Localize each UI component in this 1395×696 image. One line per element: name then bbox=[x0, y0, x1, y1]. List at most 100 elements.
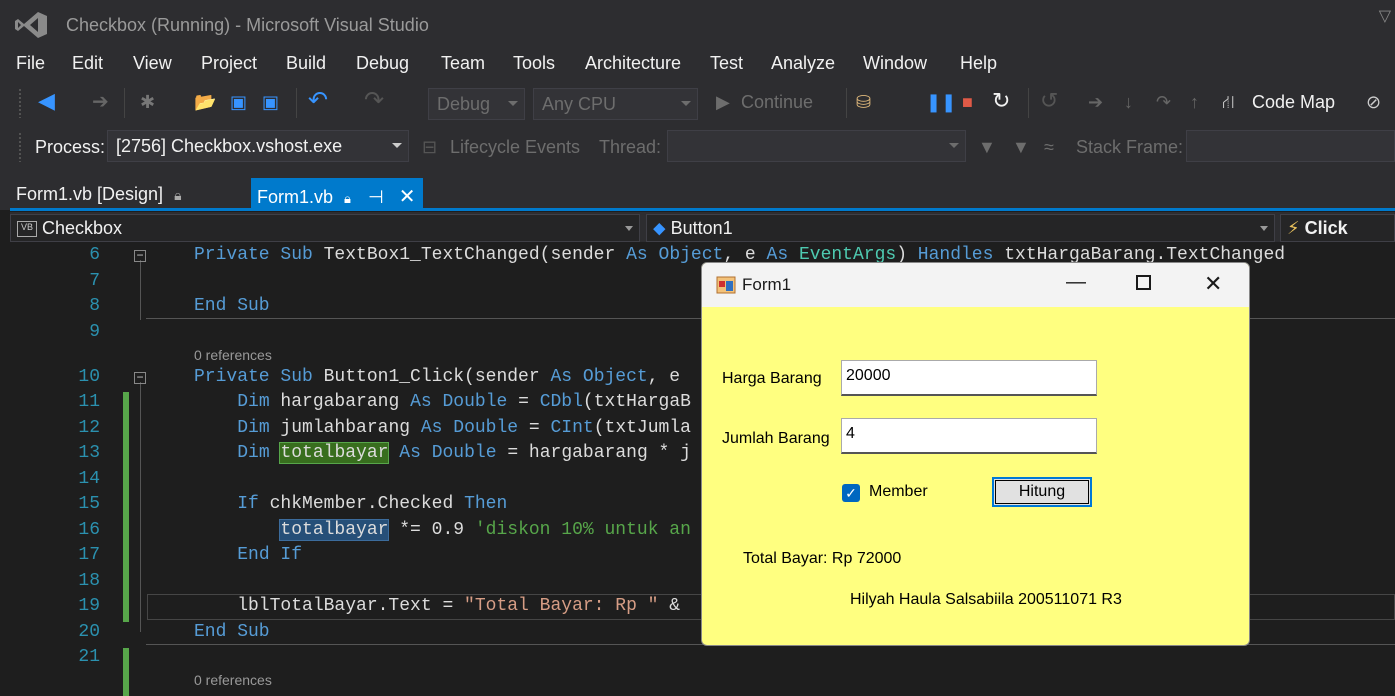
solution-configuration-dropdown[interactable]: Debug bbox=[428, 88, 525, 120]
tab-form1-design[interactable]: Form1.vb [Design] 🔒︎ bbox=[8, 180, 190, 210]
menu-tools[interactable]: Tools bbox=[513, 53, 555, 74]
show-threads-icon[interactable]: ≈ bbox=[1044, 137, 1054, 158]
code-line: Dim totalbayar As Double = hargabarang *… bbox=[237, 442, 691, 464]
menu-help[interactable]: Help bbox=[960, 53, 997, 74]
close-tab-icon[interactable]: ✕ bbox=[399, 186, 416, 208]
object-dropdown[interactable]: ⬥ Button1 bbox=[646, 214, 1275, 242]
show-next-statement-icon[interactable]: ↺ bbox=[1040, 88, 1058, 114]
line-number: 6 bbox=[89, 245, 100, 265]
menu-file[interactable]: File bbox=[16, 53, 45, 74]
form-app-icon bbox=[716, 276, 736, 294]
code-line: Dim jumlahbarang As Double = CInt(txtJum… bbox=[237, 418, 691, 438]
menu-view[interactable]: View bbox=[133, 53, 172, 74]
line-number: 20 bbox=[78, 622, 100, 642]
code-line: lblTotalBayar.Text = "Total Bayar: Rp " … bbox=[194, 596, 681, 616]
lock-icon: 🔒︎ bbox=[344, 191, 351, 206]
code-lens-references[interactable]: 0 references bbox=[194, 347, 272, 363]
filter-icon[interactable]: ▼ bbox=[978, 137, 996, 158]
forward-icon[interactable]: ➔ bbox=[92, 89, 109, 114]
menu-analyze[interactable]: Analyze bbox=[771, 53, 835, 74]
jumlah-barang-label: Jumlah Barang bbox=[722, 430, 830, 447]
code-map-button[interactable]: Code Map bbox=[1252, 92, 1335, 113]
line-number: 11 bbox=[78, 392, 100, 412]
open-folder-icon[interactable]: 📂 bbox=[194, 92, 216, 113]
menu-edit[interactable]: Edit bbox=[72, 53, 103, 74]
menu-build[interactable]: Build bbox=[286, 53, 326, 74]
thread-dropdown[interactable] bbox=[667, 130, 966, 162]
harga-barang-input[interactable]: 20000 bbox=[841, 360, 1097, 396]
undo-icon[interactable]: ↶ bbox=[308, 86, 328, 115]
code-line: Private Sub Button1_Click(sender As Obje… bbox=[194, 367, 681, 387]
code-map-icon[interactable]: ⛙ bbox=[1222, 92, 1235, 116]
minimize-icon[interactable]: — bbox=[1066, 271, 1086, 294]
stack-frame-dropdown[interactable] bbox=[1186, 130, 1395, 162]
project-dropdown[interactable]: VB Checkbox bbox=[10, 214, 640, 242]
flag-filter-icon[interactable]: ▼ bbox=[1012, 137, 1030, 158]
line-number: 15 bbox=[78, 494, 100, 514]
break-all-icon[interactable]: ❚❚ bbox=[926, 92, 956, 113]
code-lens-references[interactable]: 0 references bbox=[194, 672, 272, 688]
event-lightning-icon: ⚡ bbox=[1287, 218, 1300, 238]
debug-location-toolbar: Process: [2756] Checkbox.vshost.exe ⊟ Li… bbox=[0, 126, 1395, 170]
menu-team[interactable]: Team bbox=[441, 53, 485, 74]
object-icon: ⬥ bbox=[653, 218, 666, 238]
process-label: Process: bbox=[35, 137, 106, 157]
stack-frame-label: Stack Frame: bbox=[1076, 137, 1184, 157]
breakpoints-icon[interactable]: ⊘ bbox=[1366, 92, 1381, 113]
jumlah-barang-input[interactable]: 4 bbox=[841, 418, 1097, 454]
menu-window[interactable]: Window bbox=[863, 53, 927, 74]
check-icon: ✓ bbox=[845, 485, 857, 501]
menu-debug[interactable]: Debug bbox=[356, 53, 409, 74]
back-icon[interactable]: ◀ bbox=[38, 88, 55, 114]
find-in-files-icon[interactable]: ⛁ bbox=[856, 92, 871, 113]
pin-icon[interactable]: ⊣ bbox=[368, 187, 384, 207]
maximize-icon[interactable] bbox=[1136, 275, 1151, 290]
code-line: Dim hargabarang As Double = CDbl(txtHarg… bbox=[237, 392, 691, 412]
stop-debugging-icon[interactable]: ■ bbox=[962, 92, 973, 113]
line-number: 8 bbox=[89, 296, 100, 316]
step-into-icon[interactable]: ➔ bbox=[1088, 92, 1103, 113]
continue-play-icon[interactable]: ▶ bbox=[716, 92, 730, 113]
step-out-icon[interactable]: ↷ bbox=[1156, 92, 1171, 113]
lifecycle-events-icon[interactable]: ⊟ bbox=[422, 137, 437, 158]
new-project-icon[interactable]: ✱ bbox=[140, 92, 155, 113]
line-number: 13 bbox=[78, 443, 100, 463]
menu-project[interactable]: Project bbox=[201, 53, 257, 74]
toolbar-grip[interactable] bbox=[18, 88, 22, 118]
vb-project-icon: VB bbox=[17, 221, 37, 238]
menu-architecture[interactable]: Architecture bbox=[585, 53, 681, 74]
lifecycle-events-button[interactable]: Lifecycle Events bbox=[450, 137, 580, 158]
visual-studio-logo-icon bbox=[15, 12, 47, 38]
save-all-icon[interactable]: ▣ bbox=[262, 92, 279, 113]
hitung-button[interactable]: Hitung bbox=[992, 477, 1092, 507]
collapse-toggle[interactable]: − bbox=[134, 249, 146, 262]
restart-icon[interactable]: ↻ bbox=[992, 88, 1010, 114]
standard-toolbar: ◀ ➔ ✱ 📂 ▣ ▣ ↶ ↷ Debug Any CPU ▶ Continue… bbox=[0, 80, 1395, 126]
line-number: 10 bbox=[78, 367, 100, 387]
code-navigation-bar: VB Checkbox ⬥ Button1 ⚡ Click bbox=[10, 212, 1395, 242]
line-number: 19 bbox=[78, 596, 100, 616]
notification-flag-icon[interactable]: ▽ bbox=[1379, 6, 1391, 26]
tab-form1-vb[interactable]: Form1.vb 🔒︎ ⊣ ✕ bbox=[251, 178, 423, 210]
code-line: End Sub bbox=[194, 622, 270, 642]
step-over-icon[interactable]: ↓ bbox=[1124, 92, 1133, 113]
continue-button[interactable]: Continue bbox=[741, 92, 813, 113]
close-icon[interactable]: ✕ bbox=[1204, 271, 1222, 297]
step-back-icon[interactable]: ↑ bbox=[1190, 92, 1199, 113]
redo-icon[interactable]: ↷ bbox=[364, 86, 384, 115]
save-icon[interactable]: ▣ bbox=[230, 92, 247, 113]
collapse-toggle[interactable]: − bbox=[134, 371, 146, 384]
member-checkbox[interactable]: ✓ bbox=[842, 484, 860, 502]
form1-title: Form1 bbox=[742, 275, 792, 294]
form1-window: Form1 — ✕ Harga Barang 20000 Jumlah Bara… bbox=[701, 262, 1250, 646]
process-dropdown[interactable]: [2756] Checkbox.vshost.exe bbox=[107, 130, 409, 162]
lock-icon: 🔒︎ bbox=[174, 187, 182, 203]
solution-platform-dropdown[interactable]: Any CPU bbox=[533, 88, 698, 120]
line-number: 7 bbox=[89, 271, 100, 291]
event-dropdown[interactable]: ⚡ Click bbox=[1280, 214, 1395, 242]
menu-test[interactable]: Test bbox=[710, 53, 743, 74]
total-bayar-label: Total Bayar: Rp 72000 bbox=[743, 550, 902, 567]
menu-bar: File Edit View Project Build Debug Team … bbox=[0, 50, 1395, 80]
member-label[interactable]: Member bbox=[869, 483, 928, 501]
document-tabs: Form1.vb [Design] 🔒︎ Form1.vb 🔒︎ ⊣ ✕ bbox=[0, 170, 1395, 210]
